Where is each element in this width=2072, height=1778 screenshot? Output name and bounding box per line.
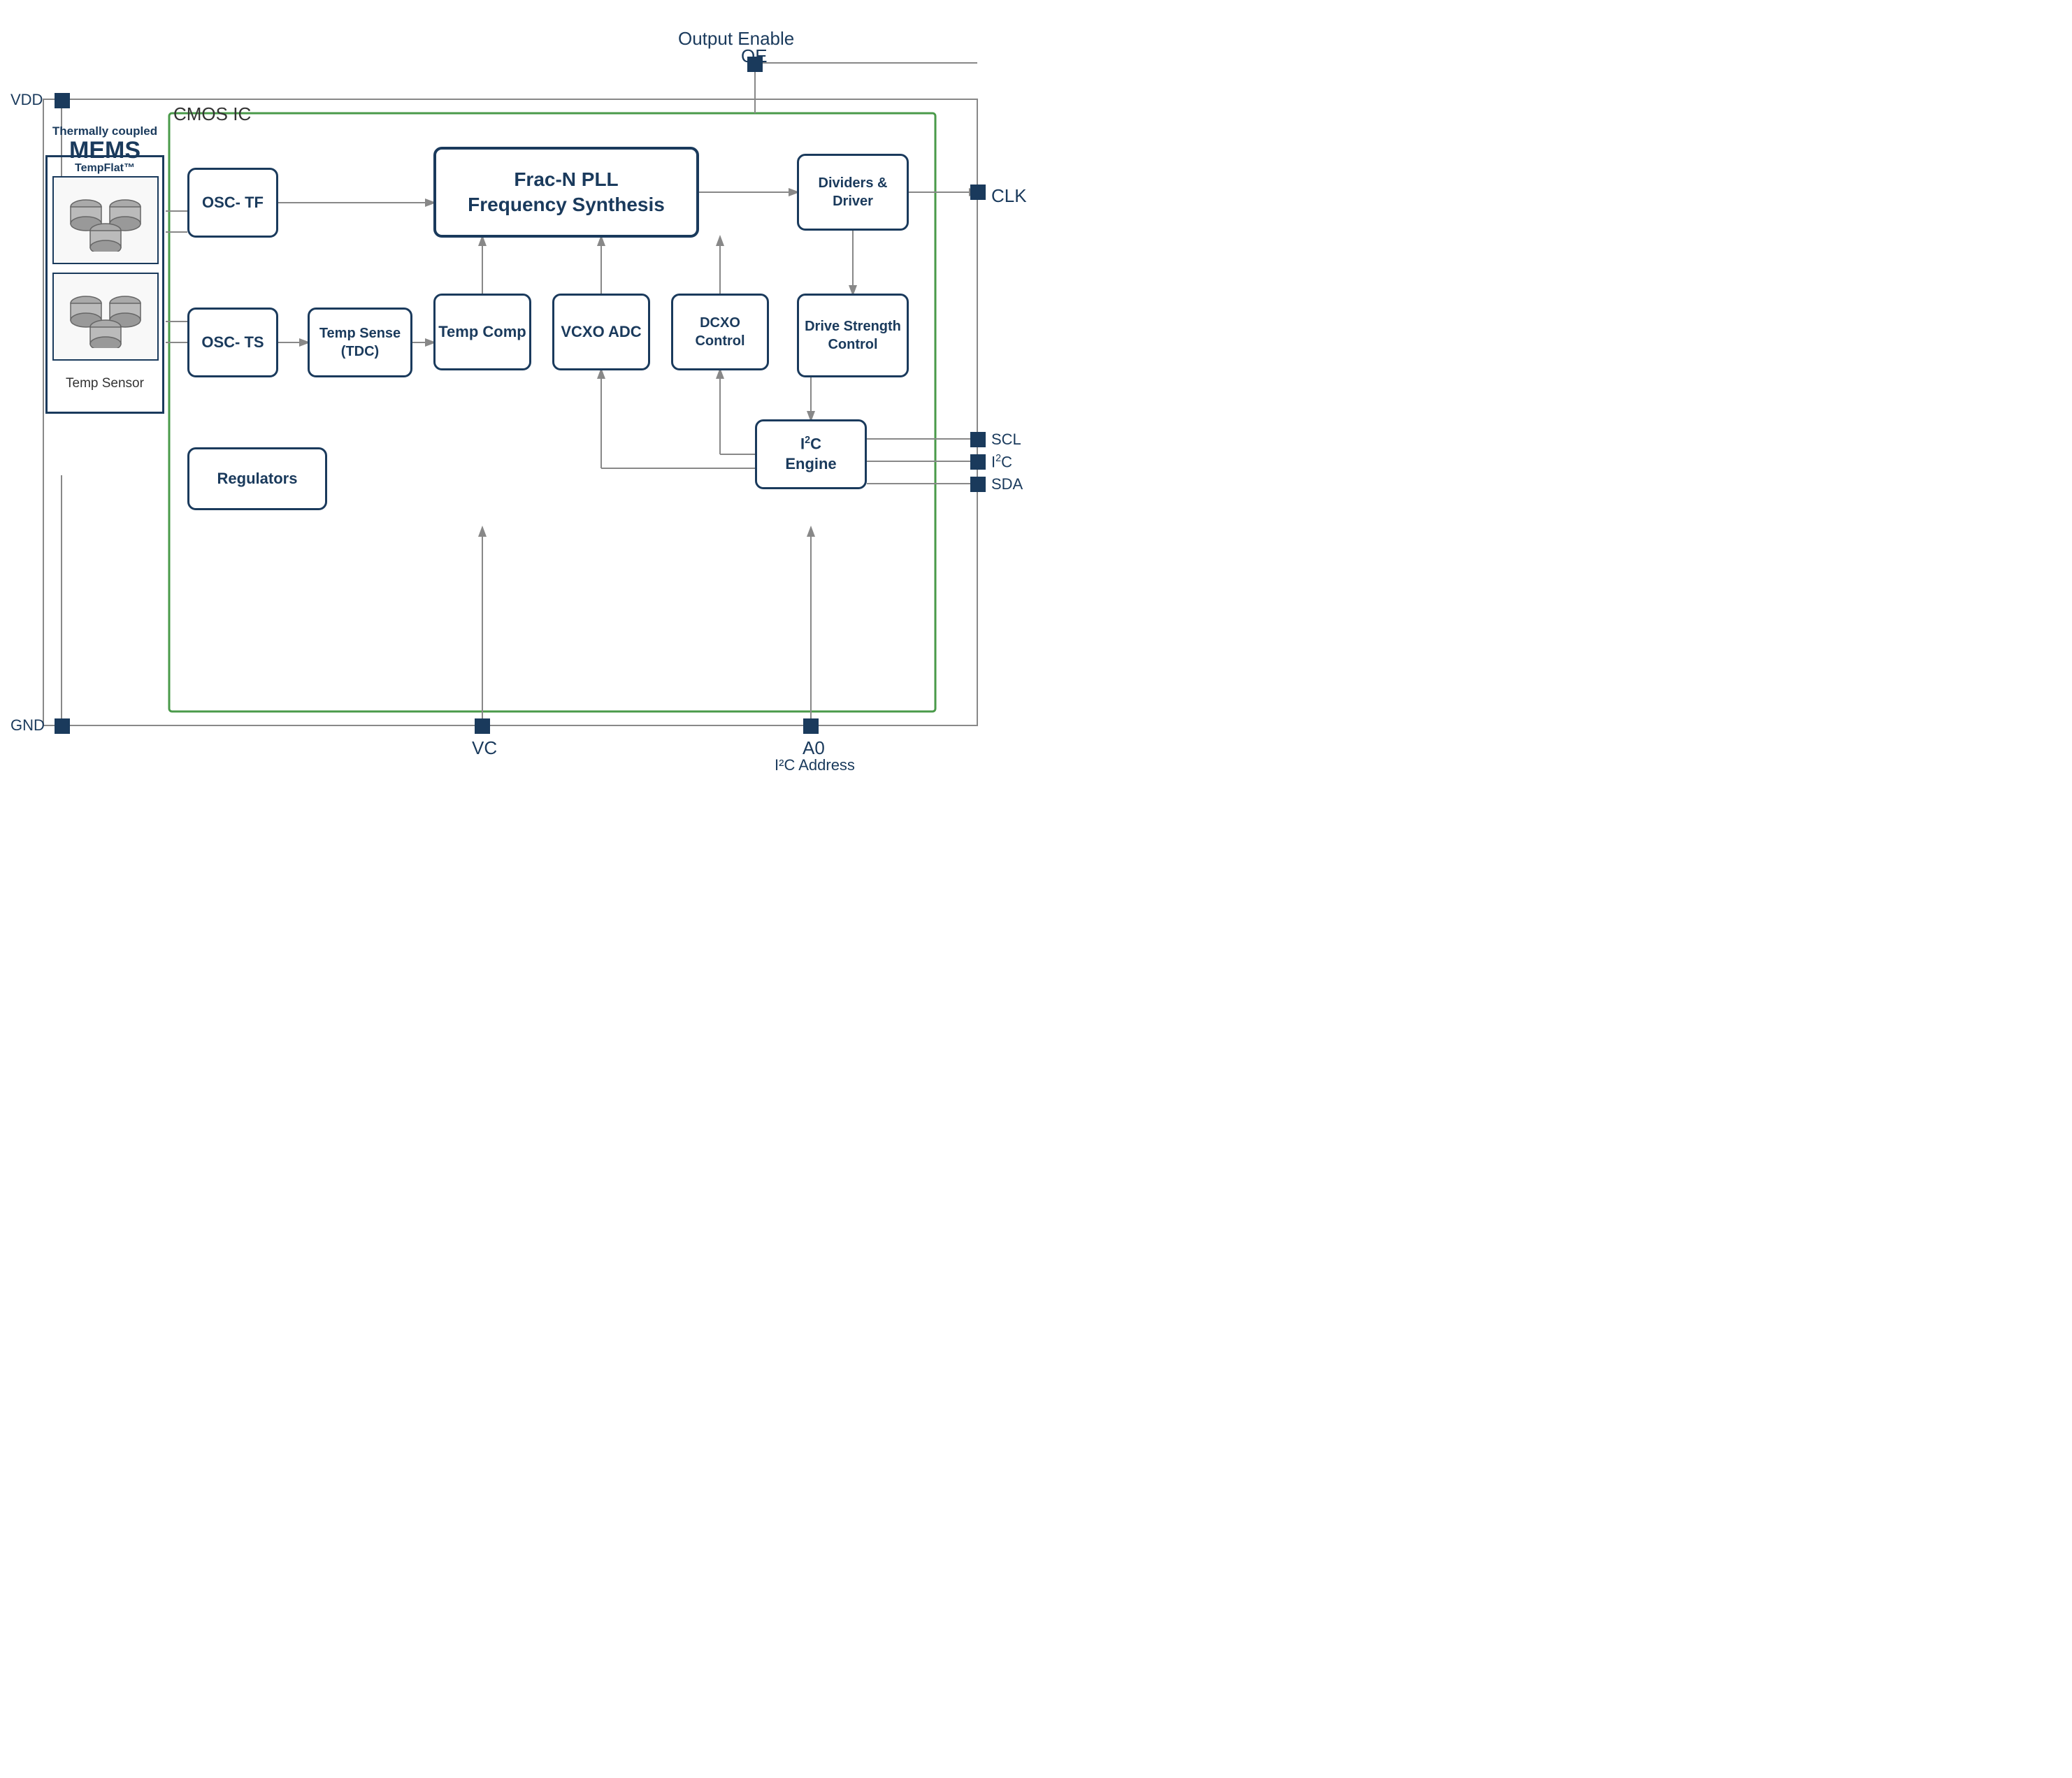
temp-sensor-label: Temp Sensor (48, 376, 162, 391)
frac-pll-label: Frac-N PLLFrequency Synthesis (468, 167, 665, 218)
vc-pin (475, 718, 490, 734)
frac-pll-block: Frac-N PLLFrequency Synthesis (433, 147, 699, 238)
vcxo-adc-block: VCXO ADC (552, 294, 650, 370)
resonator-top (52, 176, 159, 264)
scl-pin (970, 432, 986, 447)
cmos-label: CMOS IC (173, 103, 251, 125)
sda-pin (970, 477, 986, 492)
dcxo-control-label: DCXO Control (673, 314, 767, 350)
thermally-coupled-label: Thermally coupled (48, 124, 162, 138)
dcxo-control-block: DCXO Control (671, 294, 769, 370)
temp-sense-block: Temp Sense(TDC) (308, 308, 412, 377)
i2c-pin (970, 454, 986, 470)
temp-sense-label: Temp Sense(TDC) (319, 324, 401, 361)
osc-ts-label: OSC- TS (201, 333, 264, 353)
mems-label: MEMS (48, 137, 162, 164)
i2c-engine-block: I2CEngine (755, 419, 867, 489)
gnd-pin (55, 718, 70, 734)
osc-ts-block: OSC- TS (187, 308, 278, 377)
clk-label: CLK (991, 185, 1027, 207)
i2c-engine-label: I2CEngine (785, 434, 836, 475)
dividers-block: Dividers & Driver (797, 154, 909, 231)
resonator-top-icon (67, 189, 144, 252)
oe-pin (747, 57, 763, 72)
dividers-label: Dividers & Driver (799, 174, 907, 210)
scl-label: SCL (991, 431, 1021, 449)
vc-label: VC (472, 737, 497, 759)
vdd-pin (55, 93, 70, 108)
drive-strength-block: Drive Strength Control (797, 294, 909, 377)
regulators-label: Regulators (217, 469, 298, 489)
i2c-label: I2C (991, 453, 1012, 471)
a0-pin (803, 718, 819, 734)
regulators-block: Regulators (187, 447, 327, 510)
drive-strength-label: Drive Strength Control (799, 317, 907, 354)
temp-comp-label: Temp Comp (438, 322, 526, 342)
vdd-label: VDD (10, 91, 43, 109)
tempflat-label: TempFlat™ (48, 162, 162, 175)
osc-tf-block: OSC- TF (187, 168, 278, 238)
i2c-address-label: I²C Address (775, 756, 855, 774)
clk-pin (970, 185, 986, 200)
resonator-bottom-icon (67, 285, 144, 348)
gnd-label: GND (10, 716, 45, 735)
temp-comp-block: Temp Comp (433, 294, 531, 370)
sda-label: SDA (991, 475, 1023, 493)
osc-tf-label: OSC- TF (202, 193, 264, 213)
diagram-container: VDD GND Output Enable OE CLK CMOS IC The… (0, 0, 1036, 889)
resonator-bottom (52, 273, 159, 361)
output-enable-label: Output Enable (678, 28, 794, 50)
vcxo-adc-label: VCXO ADC (561, 322, 641, 342)
